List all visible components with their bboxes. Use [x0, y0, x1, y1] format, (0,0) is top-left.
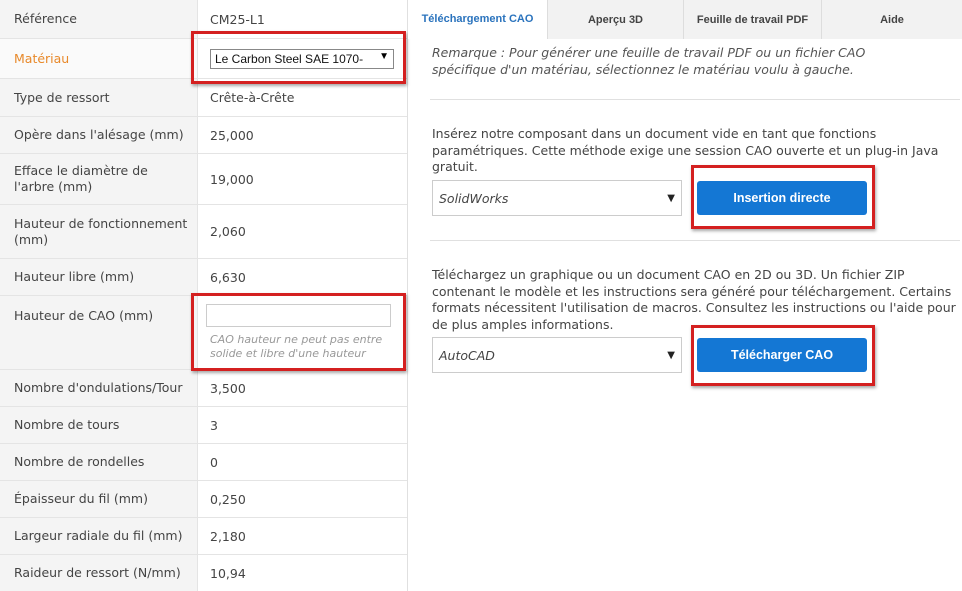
cad-download-panel: Remarque : Pour générer une feuille de t… — [408, 39, 962, 591]
spec-label: Opère dans l'alésage (mm) — [0, 117, 198, 153]
spec-label: Raideur de ressort (N/mm) — [0, 555, 198, 591]
spec-label: Hauteur libre (mm) — [0, 259, 198, 295]
spec-row-spring-rate: Raideur de ressort (N/mm) 10,94 — [0, 555, 407, 591]
spec-row-waves: Nombre d'ondulations/Tour 3,500 — [0, 370, 407, 407]
spec-label: Hauteur de fonctionnement (mm) — [0, 205, 198, 258]
direct-insert-button[interactable]: Insertion directe — [697, 181, 867, 215]
tab-help[interactable]: Aide — [821, 0, 962, 39]
material-note: Remarque : Pour générer une feuille de t… — [432, 45, 866, 77]
tab-pdf-worksheet[interactable]: Feuille de travail PDF — [683, 0, 821, 39]
spec-label: Nombre de rondelles — [0, 444, 198, 480]
spec-table: Référence CM25-L1 Matériau Le Carbon Ste… — [0, 0, 408, 591]
spec-label: Largeur radiale du fil (mm) — [0, 518, 198, 554]
cao-height-hint: CAO hauteur ne peut pas entre solide et … — [210, 333, 383, 360]
divider — [430, 99, 960, 100]
spec-value: CAO hauteur ne peut pas entre solide et … — [198, 296, 407, 369]
spec-row-work-height: Hauteur de fonctionnement (mm) 2,060 — [0, 205, 407, 259]
spec-label: Nombre de tours — [0, 407, 198, 443]
spec-value: 0 — [210, 454, 218, 470]
spec-value: Crête-à-Crête — [210, 90, 295, 105]
divider — [430, 240, 960, 241]
spec-value: 19,000 — [210, 171, 254, 187]
spec-label: Efface le diamètre de l'arbre (mm) — [0, 154, 198, 204]
download-description: Téléchargez un graphique ou un document … — [432, 267, 956, 332]
tab-bar: Téléchargement CAO Aperçu 3D Feuille de … — [408, 0, 962, 39]
spec-value: 3 — [210, 417, 218, 433]
spec-label: Nombre d'ondulations/Tour — [0, 370, 198, 406]
spec-label: Référence — [0, 0, 198, 38]
spec-label: Matériau — [0, 39, 198, 78]
spec-label: Hauteur de CAO (mm) — [0, 296, 198, 369]
spec-row-shaft: Efface le diamètre de l'arbre (mm) 19,00… — [0, 154, 407, 205]
spec-row-free-height: Hauteur libre (mm) 6,630 — [0, 259, 407, 296]
spec-row-wire-thickness: Épaisseur du fil (mm) 0,250 — [0, 481, 407, 518]
insert-cad-select[interactable]: SolidWorks ▼ — [432, 180, 682, 216]
spec-value: 3,500 — [210, 380, 246, 396]
spec-value: 0,250 — [210, 491, 246, 507]
chevron-down-icon: ▼ — [667, 192, 675, 204]
material-select[interactable]: Le Carbon Steel SAE 1070- ▼ — [210, 48, 394, 69]
chevron-down-icon: ▼ — [667, 349, 675, 361]
insert-cad-select-value: SolidWorks — [439, 190, 509, 206]
chevron-down-icon: ▼ — [377, 50, 389, 62]
tab-3d-preview[interactable]: Aperçu 3D — [547, 0, 683, 39]
spec-value: 2,060 — [210, 224, 246, 239]
spec-row-washers: Nombre de rondelles 0 — [0, 444, 407, 481]
cao-height-input[interactable] — [206, 304, 391, 327]
spec-row-wire-width: Largeur radiale du fil (mm) 2,180 — [0, 518, 407, 555]
spec-value: 25,000 — [210, 127, 254, 143]
material-select-value: Le Carbon Steel SAE 1070- — [215, 51, 364, 66]
spec-value: CM25-L1 — [210, 11, 265, 27]
spec-row-material: Matériau Le Carbon Steel SAE 1070- ▼ — [0, 39, 407, 79]
download-cad-select-value: AutoCAD — [439, 347, 495, 363]
spec-label: Épaisseur du fil (mm) — [0, 481, 198, 517]
insert-description: Insérez notre composant dans un document… — [432, 126, 939, 174]
spec-value: 2,180 — [210, 528, 246, 544]
spec-row-reference: Référence CM25-L1 — [0, 0, 407, 39]
spec-value: 6,630 — [210, 269, 246, 285]
tab-cad-download[interactable]: Téléchargement CAO — [408, 0, 547, 39]
download-cad-select[interactable]: AutoCAD ▼ — [432, 337, 682, 373]
spec-row-cao-height: Hauteur de CAO (mm) CAO hauteur ne peut … — [0, 296, 407, 370]
download-cad-button[interactable]: Télécharger CAO — [697, 338, 867, 372]
spec-value: 10,94 — [210, 565, 246, 581]
spec-row-turns: Nombre de tours 3 — [0, 407, 407, 444]
spec-row-bore: Opère dans l'alésage (mm) 25,000 — [0, 117, 407, 154]
spec-label: Type de ressort — [0, 79, 198, 116]
spec-row-spring-type: Type de ressort Crête-à-Crête — [0, 79, 407, 117]
spec-value: Le Carbon Steel SAE 1070- ▼ — [198, 39, 407, 78]
